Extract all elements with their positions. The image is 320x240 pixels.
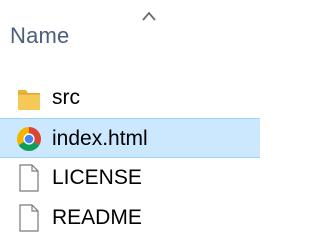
- file-explorer-pane: Name src index.html LICENSE README: [0, 0, 260, 240]
- file-list: src index.html LICENSE README: [0, 78, 260, 238]
- file-name: src: [52, 86, 80, 109]
- folder-icon: [16, 83, 42, 113]
- name-column-header[interactable]: Name: [0, 0, 260, 62]
- file-name: README: [52, 206, 142, 229]
- document-icon: [16, 163, 42, 193]
- chrome-icon: [16, 124, 42, 154]
- file-row-readme[interactable]: README: [0, 198, 260, 238]
- file-row-src[interactable]: src: [0, 78, 260, 118]
- file-row-license[interactable]: LICENSE: [0, 158, 260, 198]
- file-name: LICENSE: [52, 166, 142, 189]
- file-row-index-html[interactable]: index.html: [0, 118, 260, 158]
- file-name: index.html: [52, 127, 148, 150]
- document-icon: [16, 203, 42, 233]
- name-column-label: Name: [10, 23, 70, 48]
- sort-ascending-icon: [141, 9, 157, 21]
